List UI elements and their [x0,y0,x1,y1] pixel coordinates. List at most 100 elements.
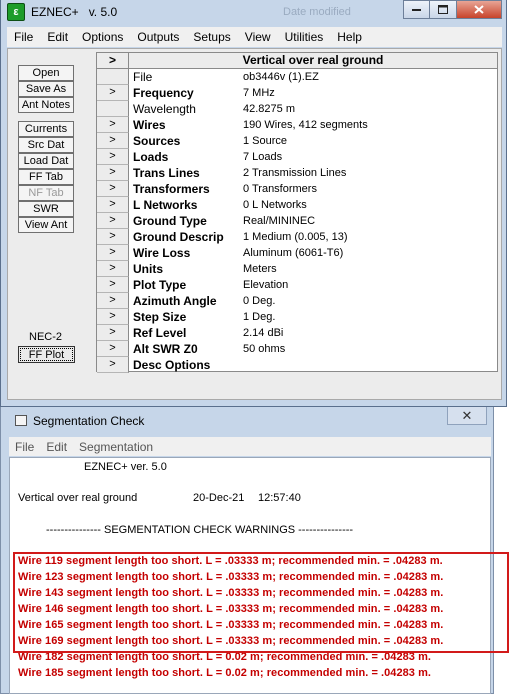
row-label: Wires [133,118,166,132]
load-dat-button[interactable]: Load Dat [18,153,74,169]
row-select-button[interactable]: > [97,357,129,373]
ant-notes-button[interactable]: Ant Notes [18,97,74,113]
row-label: Ground Type [133,214,207,228]
row-value: 2 Transmission Lines [243,167,347,179]
antenna-title[interactable]: Vertical over real ground [129,53,497,68]
view-ant-button[interactable]: View Ant [18,217,74,233]
grid-header: > Vertical over real ground [97,53,497,69]
grid-row: > L Networks 0 L Networks [97,197,497,213]
output-button-group: Currents Src Dat Load Dat FF Tab NF Tab … [18,121,75,233]
eznec-main-window: ε EZNEC+ v. 5.0 Date modified File Edit O… [0,0,507,407]
grid-row: > Transformers 0 Transformers [97,181,497,197]
grid-row: > Units Meters [97,261,497,277]
maximize-button[interactable] [430,0,457,19]
swr-button[interactable]: SWR [18,201,74,217]
grid-row: > Loads 7 Loads [97,149,497,165]
menu-setups[interactable]: Setups [186,30,237,44]
report-header: EZNEC+ ver. 5.0 [84,461,167,473]
row-value: 190 Wires, 412 segments [243,119,368,131]
seg-menu-edit[interactable]: Edit [40,440,73,454]
seg-menu-file[interactable]: File [9,440,40,454]
nf-tab-button: NF Tab [18,185,74,201]
row-select-button[interactable]: > [97,181,129,197]
highlight-annotation-box [13,552,509,653]
seg-menu-segmentation[interactable]: Segmentation [73,440,159,454]
save-as-button[interactable]: Save As [18,81,74,97]
grid-row: Wavelength 42.8275 m [97,101,497,117]
main-client-area: Open Save As Ant Notes Currents Src Dat … [7,48,502,400]
left-button-panel: Open Save As Ant Notes Currents Src Dat … [18,65,75,233]
grid-row: > Ground Descrip 1 Medium (0.005, 13) [97,229,497,245]
menu-view[interactable]: View [238,30,278,44]
engine-label: NEC-2 [29,331,63,343]
row-select-button[interactable]: > [97,277,129,293]
row-value: 0 Transformers [243,183,317,195]
menu-file[interactable]: File [7,30,40,44]
row-value: 1 Medium (0.005, 13) [243,231,348,243]
currents-button[interactable]: Currents [18,121,74,137]
ff-tab-button[interactable]: FF Tab [18,169,74,185]
report-time: 12:57:40 [258,492,301,504]
menu-outputs[interactable]: Outputs [130,30,186,44]
menu-utilities[interactable]: Utilities [278,30,331,44]
row-value: 2.14 dBi [243,327,284,339]
grid-row: > Frequency 7 MHz [97,85,497,101]
row-select-button [97,101,129,117]
title-bar[interactable]: ε EZNEC+ v. 5.0 Date modified [1,0,506,26]
row-select-button[interactable]: > [97,245,129,261]
row-label: Alt SWR Z0 [133,342,198,356]
row-select-button[interactable]: > [97,133,129,149]
row-value: Elevation [243,279,289,291]
eznec-app-icon[interactable]: ε [7,3,25,21]
grid-row: > Trans Lines 2 Transmission Lines [97,165,497,181]
row-value: 0 Deg. [243,295,276,307]
row-label: Frequency [133,86,194,100]
row-select-button[interactable]: > [97,213,129,229]
row-select-button[interactable]: > [97,149,129,165]
grid-row: > Step Size 1 Deg. [97,309,497,325]
background-ghost-text: Date modified [283,6,351,18]
row-value: 0 L Networks [243,199,307,211]
src-dat-button[interactable]: Src Dat [18,137,74,153]
row-select-button[interactable]: > [97,341,129,357]
row-label: Ref Level [133,326,187,340]
row-select-button[interactable]: > [97,197,129,213]
row-label: Units [133,262,163,276]
menu-help[interactable]: Help [330,30,369,44]
open-button[interactable]: Open [18,65,74,81]
row-select-button[interactable]: > [97,229,129,245]
row-select-button[interactable]: > [97,165,129,181]
row-label: L Networks [133,198,198,212]
warning-line: Wire 185 segment length too short. L = 0… [18,667,432,679]
row-select-button[interactable]: > [97,85,129,101]
row-value: Aluminum (6061-T6) [243,247,344,259]
app-version: v. 5.0 [88,5,118,19]
grid-row: > Plot Type Elevation [97,277,497,293]
grid-row: > Ref Level 2.14 dBi [97,325,497,341]
row-label: Wavelength [133,102,196,116]
seg-menu-bar: File Edit Segmentation [9,437,491,456]
ff-plot-button[interactable]: FF Plot [18,346,75,363]
antenna-summary-grid: > Vertical over real ground File ob3446v … [96,52,498,373]
menu-options[interactable]: Options [75,30,130,44]
file-button-group: Open Save As Ant Notes [18,65,75,113]
row-select-button[interactable]: > [97,309,129,325]
grid-row: > Ground Type Real/MININEC [97,213,497,229]
row-label: Wire Loss [133,246,191,260]
grid-row: File ob3446v (1).EZ [97,69,497,85]
grid-row: > Alt SWR Z0 50 ohms [97,341,497,357]
row-select-button[interactable]: > [97,325,129,341]
minimize-button[interactable] [403,0,430,19]
row-value: 7 Loads [243,151,283,163]
row-value: 1 Deg. [243,311,276,323]
title-edit-button[interactable]: > [97,53,129,68]
close-icon [474,5,484,14]
row-select-button[interactable]: > [97,293,129,309]
row-select-button[interactable]: > [97,261,129,277]
report-date: 20-Dec-21 [193,492,245,504]
grid-row: > Wire Loss Aluminum (6061-T6) [97,245,497,261]
row-select-button[interactable]: > [97,117,129,133]
close-button[interactable] [457,0,502,19]
menu-edit[interactable]: Edit [40,30,75,44]
seg-close-button[interactable]: ✕ [447,407,487,425]
